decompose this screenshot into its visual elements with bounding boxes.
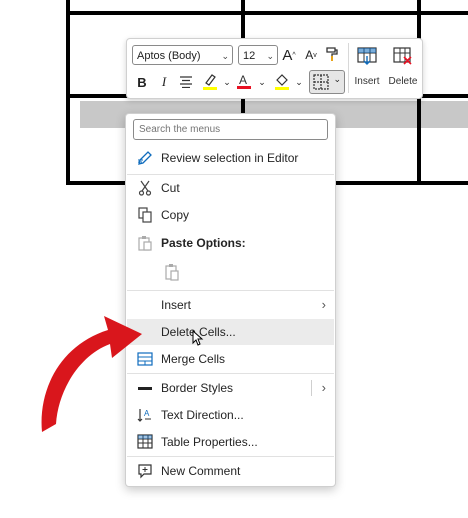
insert-label: Insert xyxy=(354,76,380,87)
font-name-dropdown[interactable]: Aptos (Body) ⌄ xyxy=(132,45,233,65)
shading-icon[interactable] xyxy=(273,72,291,90)
table-border xyxy=(66,0,70,185)
grow-font-icon[interactable]: A ^ xyxy=(280,46,298,64)
menu-item-label: Border Styles xyxy=(161,381,234,395)
chevron-down-icon[interactable]: ⌄ xyxy=(253,73,271,91)
chevron-down-icon[interactable]: ⌄ xyxy=(290,73,308,91)
chevron-right-icon: › xyxy=(321,297,326,312)
menu-item-label: Text Direction... xyxy=(161,408,244,422)
comment-icon xyxy=(136,462,154,480)
insert-table-icon xyxy=(357,47,377,65)
chevron-down-icon: ⌄ xyxy=(266,51,274,61)
menu-item-label: Table Properties... xyxy=(161,435,258,449)
menu-item-copy[interactable]: Copy xyxy=(127,202,334,228)
bold-button[interactable]: B xyxy=(133,73,151,91)
insert-button[interactable]: Insert xyxy=(349,43,385,93)
mouse-cursor-icon xyxy=(192,330,204,346)
menu-item-label: New Comment xyxy=(161,464,241,478)
menu-item-cut[interactable]: Cut xyxy=(127,175,334,201)
chevron-down-icon: ⌄ xyxy=(221,51,229,61)
red-arrow-icon xyxy=(41,316,142,432)
paste-keep-text-button[interactable] xyxy=(161,261,183,283)
borders-button[interactable]: ⌄ xyxy=(309,70,345,94)
menu-item-new-comment[interactable]: New Comment xyxy=(127,458,334,484)
menu-divider xyxy=(127,290,334,291)
chevron-down-icon[interactable]: ⌄ xyxy=(218,73,236,91)
menu-item-paste-options: Paste Options: xyxy=(127,230,334,256)
paste-icon xyxy=(165,264,179,281)
menu-item-review-selection[interactable]: Review selection in Editor xyxy=(127,145,334,171)
pen-icon xyxy=(136,149,154,167)
menu-divider xyxy=(127,456,334,457)
split-divider xyxy=(311,380,312,396)
mini-toolbar: Aptos (Body) ⌄ 12 ⌄ A ^ Av B I ⌄ A ⌄ ⌄ ⌄ … xyxy=(126,38,423,99)
highlight-color-icon[interactable] xyxy=(201,72,219,90)
font-color-icon[interactable]: A xyxy=(235,72,253,90)
chevron-down-icon: ⌄ xyxy=(333,74,341,84)
svg-text:A: A xyxy=(239,73,247,87)
menu-search-input[interactable] xyxy=(133,119,328,140)
table-border xyxy=(66,11,468,15)
borders-icon xyxy=(313,74,329,90)
delete-button[interactable]: Delete xyxy=(385,43,421,93)
font-size-dropdown[interactable]: 12 ⌄ xyxy=(238,45,278,65)
font-name-value: Aptos (Body) xyxy=(137,50,201,62)
menu-item-label: Copy xyxy=(161,208,190,222)
menu-item-label: Merge Cells xyxy=(161,352,226,366)
paste-options-heading: Paste Options: xyxy=(161,236,246,250)
chevron-right-icon[interactable]: › xyxy=(322,375,326,401)
delete-table-icon xyxy=(393,47,412,65)
shrink-font-icon[interactable]: Av xyxy=(302,46,320,64)
scissors-icon xyxy=(136,179,154,197)
italic-button[interactable]: I xyxy=(155,73,173,91)
font-size-value: 12 xyxy=(243,50,256,62)
paste-icon xyxy=(136,234,154,252)
copy-icon xyxy=(136,206,154,224)
menu-item-label: Cut xyxy=(161,181,180,195)
format-painter-icon[interactable] xyxy=(323,45,341,63)
menu-item-label: Review selection in Editor xyxy=(161,151,299,165)
align-center-icon[interactable] xyxy=(177,73,195,91)
delete-label: Delete xyxy=(388,76,418,87)
